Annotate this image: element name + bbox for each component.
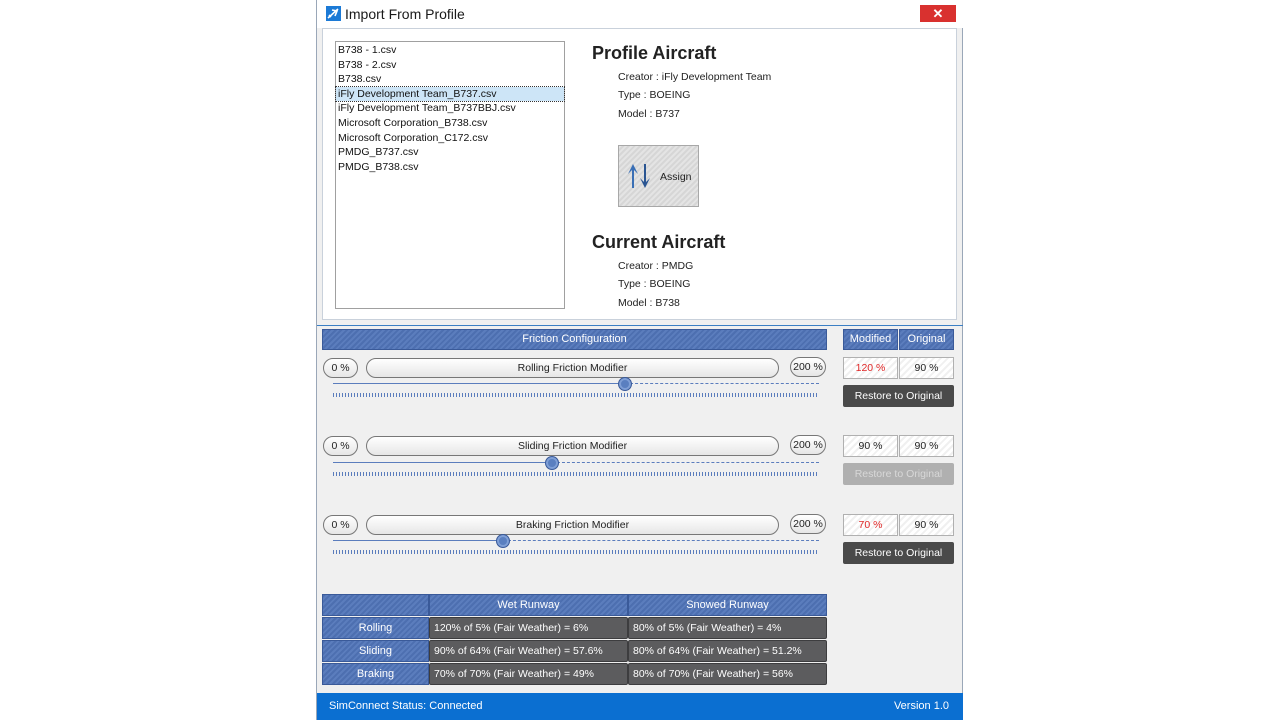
assign-button[interactable]: Assign [618,145,699,207]
file-list-item[interactable]: iFly Development Team_B737.csv [335,85,565,103]
profile-file-list[interactable]: B738 - 1.csv B738 - 2.csv B738.csv iFly Dev… [335,41,565,309]
slider-track-remaining [624,383,819,384]
slider-ticks [333,472,819,476]
snowed-runway-cell: 80% of 64% (Fair Weather) = 51.2% [628,640,827,662]
file-list-item[interactable]: B738 - 1.csv [336,43,564,58]
profile-aircraft-title: Profile Aircraft [592,43,717,63]
profile-type: Type : BOEING [618,89,691,101]
slider-thumb[interactable] [617,377,632,391]
current-model: Model : B738 [618,297,680,309]
slider-track-remaining [551,462,819,463]
friction-config-header: Friction Configuration [322,329,827,350]
runway-row-label: Rolling [322,617,429,639]
slider-thumb[interactable] [544,456,559,470]
assign-arrows-icon [628,164,650,188]
current-creator: Creator : PMDG [618,260,694,272]
friction-slider[interactable] [327,529,823,554]
snowed-runway-cell: 80% of 70% (Fair Weather) = 56% [628,663,827,685]
modified-value: 70 % [843,514,898,536]
title-bar[interactable]: Import From Profile ✕ [317,0,963,28]
runway-row-label: Sliding [322,640,429,662]
runway-table-corner [322,594,429,616]
current-aircraft-title: Current Aircraft [592,232,726,252]
profile-panel: B738 - 1.csv B738 - 2.csv B738.csv iFly Dev… [322,28,957,320]
runway-row-label: Braking [322,663,429,685]
file-list-item[interactable]: PMDG_B738.csv [336,160,564,175]
modified-value: 120 % [843,357,898,379]
slider-track-remaining [503,540,819,541]
import-window: Import From Profile ✕ B738 - 1.csv B738 -… [316,0,963,720]
snowed-runway-cell: 80% of 5% (Fair Weather) = 4% [628,617,827,639]
wet-runway-cell: 120% of 5% (Fair Weather) = 6% [429,617,628,639]
slider-track-filled [333,462,552,463]
file-list-item[interactable]: iFly Development Team_B737BBJ.csv [336,101,564,116]
restore-to-original-button[interactable]: Restore to Original [843,463,954,485]
snowed-runway-header: Snowed Runway [628,594,827,616]
file-list-item[interactable]: B738.csv [336,72,564,87]
friction-slider[interactable] [327,451,823,476]
slider-track-filled [333,540,504,541]
slider-ticks [333,550,819,554]
original-value: 90 % [899,357,954,379]
simconnect-status: SimConnect Status: Connected [329,700,483,712]
airplane-icon [326,6,341,21]
restore-to-original-button[interactable]: Restore to Original [843,385,954,407]
slider-thumb[interactable] [496,534,511,548]
modified-column-header: Modified [843,329,898,350]
profile-creator: Creator : iFly Development Team [618,71,772,83]
file-list-item[interactable]: PMDG_B737.csv [336,145,564,160]
divider [317,325,963,326]
profile-model: Model : B737 [618,108,680,120]
wet-runway-cell: 70% of 70% (Fair Weather) = 49% [429,663,628,685]
modified-value: 90 % [843,435,898,457]
close-button[interactable]: ✕ [920,5,956,22]
window-title: Import From Profile [345,6,465,22]
current-type: Type : BOEING [618,278,691,290]
friction-slider[interactable] [327,372,823,397]
wet-runway-cell: 90% of 64% (Fair Weather) = 57.6% [429,640,628,662]
slider-track-filled [333,383,625,384]
version-label: Version 1.0 [893,700,949,712]
file-list-item[interactable]: Microsoft Corporation_B738.csv [336,116,564,131]
restore-to-original-button[interactable]: Restore to Original [843,542,954,564]
original-value: 90 % [899,435,954,457]
original-value: 90 % [899,514,954,536]
slider-ticks [333,393,819,397]
file-list-item[interactable]: B738 - 2.csv [336,58,564,73]
file-list-item[interactable]: Microsoft Corporation_C172.csv [336,131,564,146]
status-bar: SimConnect Status: Connected Version 1.0 [317,693,963,720]
assign-label: Assign [660,171,692,183]
original-column-header: Original [899,329,954,350]
wet-runway-header: Wet Runway [429,594,628,616]
